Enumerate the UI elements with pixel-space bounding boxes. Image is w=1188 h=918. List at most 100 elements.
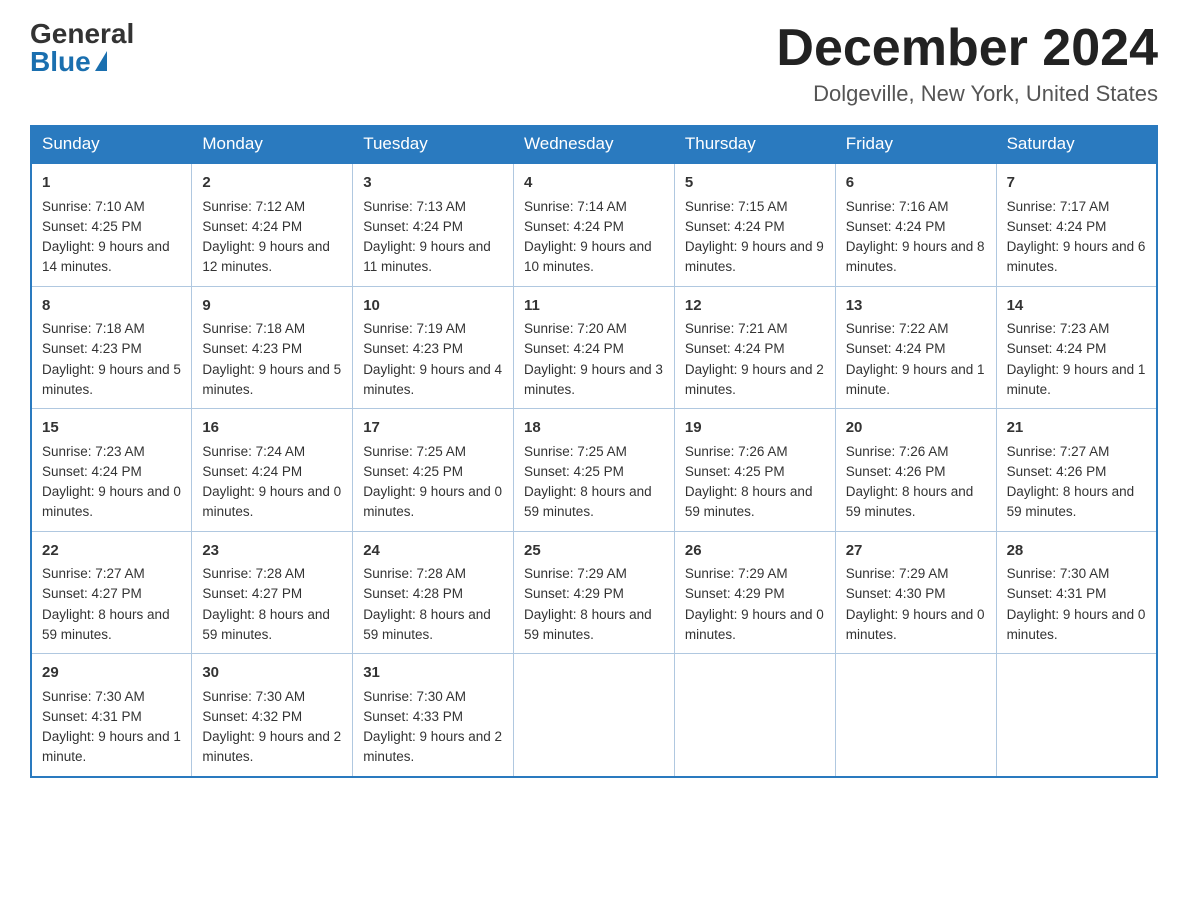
calendar-cell [514, 654, 675, 777]
daylight-text: Daylight: 8 hours and 59 minutes. [1007, 484, 1135, 519]
day-number: 7 [1007, 172, 1146, 195]
sunrise-text: Sunrise: 7:25 AM [524, 444, 627, 459]
weekday-header-friday: Friday [835, 126, 996, 164]
sunset-text: Sunset: 4:24 PM [524, 219, 624, 234]
sunset-text: Sunset: 4:31 PM [1007, 586, 1107, 601]
sunrise-text: Sunrise: 7:28 AM [202, 566, 305, 581]
calendar-cell: 2 Sunrise: 7:12 AM Sunset: 4:24 PM Daylight… [192, 163, 353, 286]
calendar-cell: 23Sunrise: 7:28 AMSunset: 4:27 PMDayligh… [192, 531, 353, 654]
weekday-header-row: SundayMondayTuesdayWednesdayThursdayFrid… [31, 126, 1157, 164]
day-number: 20 [846, 417, 986, 440]
sunset-text: Sunset: 4:27 PM [42, 586, 142, 601]
sunset-text: Sunset: 4:24 PM [363, 219, 463, 234]
sunset-text: Sunset: 4:26 PM [846, 464, 946, 479]
weekday-header-thursday: Thursday [674, 126, 835, 164]
daylight-text: Daylight: 9 hours and 12 minutes. [202, 239, 330, 274]
logo: General Blue [30, 20, 134, 76]
sunrise-text: Sunrise: 7:16 AM [846, 199, 949, 214]
calendar-week-row: 8 Sunrise: 7:18 AM Sunset: 4:23 PM Daylight… [31, 286, 1157, 409]
sunrise-text: Sunrise: 7:18 AM [42, 321, 145, 336]
daylight-text: Daylight: 9 hours and 1 minute. [846, 362, 985, 397]
day-number: 24 [363, 540, 503, 563]
calendar-cell: 14Sunrise: 7:23 AMSunset: 4:24 PMDayligh… [996, 286, 1157, 409]
day-number: 8 [42, 295, 181, 318]
day-number: 4 [524, 172, 664, 195]
sunset-text: Sunset: 4:29 PM [524, 586, 624, 601]
day-number: 31 [363, 662, 503, 685]
logo-blue-text: Blue [30, 48, 134, 76]
day-number: 22 [42, 540, 181, 563]
calendar-cell [996, 654, 1157, 777]
sunrise-text: Sunrise: 7:21 AM [685, 321, 788, 336]
sunrise-text: Sunrise: 7:20 AM [524, 321, 627, 336]
sunrise-text: Sunrise: 7:23 AM [1007, 321, 1110, 336]
sunset-text: Sunset: 4:23 PM [363, 341, 463, 356]
weekday-header-tuesday: Tuesday [353, 126, 514, 164]
sunrise-text: Sunrise: 7:30 AM [202, 689, 305, 704]
calendar-cell: 1Sunrise: 7:10 AMSunset: 4:25 PMDaylight… [31, 163, 192, 286]
page-header: General Blue December 2024 Dolgeville, N… [30, 20, 1158, 107]
daylight-text: Daylight: 8 hours and 59 minutes. [524, 484, 652, 519]
daylight-text: Daylight: 9 hours and 0 minutes. [202, 484, 341, 519]
calendar-cell: 3Sunrise: 7:13 AMSunset: 4:24 PMDaylight… [353, 163, 514, 286]
calendar-cell: 16Sunrise: 7:24 AMSunset: 4:24 PMDayligh… [192, 409, 353, 532]
calendar-cell: 27Sunrise: 7:29 AMSunset: 4:30 PMDayligh… [835, 531, 996, 654]
day-number: 5 [685, 172, 825, 195]
logo-triangle-icon [95, 51, 107, 71]
sunrise-text: Sunrise: 7:30 AM [1007, 566, 1110, 581]
daylight-text: Daylight: 9 hours and 5 minutes. [42, 362, 181, 397]
daylight-text: Daylight: 8 hours and 59 minutes. [524, 607, 652, 642]
calendar-cell: 4Sunrise: 7:14 AMSunset: 4:24 PMDaylight… [514, 163, 675, 286]
day-number: 1 [42, 172, 181, 195]
daylight-text: Daylight: 9 hours and 0 minutes. [363, 484, 502, 519]
sunrise-text: Sunrise: 7:27 AM [42, 566, 145, 581]
calendar-cell: 30Sunrise: 7:30 AMSunset: 4:32 PMDayligh… [192, 654, 353, 777]
day-number: 25 [524, 540, 664, 563]
sunrise-text: Sunrise: 7:23 AM [42, 444, 145, 459]
daylight-text: Daylight: 9 hours and 0 minutes. [1007, 607, 1146, 642]
calendar-cell [835, 654, 996, 777]
logo-general-text: General [30, 20, 134, 48]
calendar-cell: 5Sunrise: 7:15 AMSunset: 4:24 PMDaylight… [674, 163, 835, 286]
sunrise-text: Sunrise: 7:24 AM [202, 444, 305, 459]
sunrise-text: Sunrise: 7:22 AM [846, 321, 949, 336]
sunset-text: Sunset: 4:25 PM [363, 464, 463, 479]
sunrise-text: Sunrise: 7:30 AM [42, 689, 145, 704]
day-number: 14 [1007, 295, 1146, 318]
day-number: 19 [685, 417, 825, 440]
daylight-text: Daylight: 9 hours and 11 minutes. [363, 239, 491, 274]
daylight-text: Daylight: 8 hours and 59 minutes. [846, 484, 974, 519]
sunrise-text: Sunrise: 7:30 AM [363, 689, 466, 704]
sunrise-text: Sunrise: 7:12 AM [202, 199, 305, 214]
month-title: December 2024 [776, 20, 1158, 77]
sunset-text: Sunset: 4:24 PM [202, 219, 302, 234]
daylight-text: Daylight: 9 hours and 6 minutes. [1007, 239, 1146, 274]
sunset-text: Sunset: 4:33 PM [363, 709, 463, 724]
sunset-text: Sunset: 4:27 PM [202, 586, 302, 601]
sunset-text: Sunset: 4:29 PM [685, 586, 785, 601]
daylight-text: Daylight: 9 hours and 2 minutes. [202, 729, 341, 764]
sunset-text: Sunset: 4:32 PM [202, 709, 302, 724]
daylight-text: Daylight: 9 hours and 4 minutes. [363, 362, 502, 397]
calendar-cell: 31Sunrise: 7:30 AMSunset: 4:33 PMDayligh… [353, 654, 514, 777]
sunset-text: Sunset: 4:24 PM [524, 341, 624, 356]
sunrise-text: Sunrise: 7:28 AM [363, 566, 466, 581]
daylight-text: Daylight: 9 hours and 0 minutes. [685, 607, 824, 642]
day-number: 2 [202, 172, 342, 195]
day-number: 6 [846, 172, 986, 195]
day-number: 10 [363, 295, 503, 318]
daylight-text: Daylight: 9 hours and 1 minute. [1007, 362, 1146, 397]
sunset-text: Sunset: 4:28 PM [363, 586, 463, 601]
sunset-text: Sunset: 4:23 PM [42, 341, 142, 356]
day-number: 13 [846, 295, 986, 318]
calendar-cell: 17Sunrise: 7:25 AMSunset: 4:25 PMDayligh… [353, 409, 514, 532]
daylight-text: Daylight: 9 hours and 9 minutes. [685, 239, 824, 274]
day-number: 15 [42, 417, 181, 440]
day-number: 11 [524, 295, 664, 318]
calendar-cell: 25Sunrise: 7:29 AMSunset: 4:29 PMDayligh… [514, 531, 675, 654]
calendar-cell: 9Sunrise: 7:18 AMSunset: 4:23 PMDaylight… [192, 286, 353, 409]
calendar-cell: 12Sunrise: 7:21 AMSunset: 4:24 PMDayligh… [674, 286, 835, 409]
sunrise-text: Sunrise: 7:17 AM [1007, 199, 1110, 214]
calendar-cell: 21Sunrise: 7:27 AMSunset: 4:26 PMDayligh… [996, 409, 1157, 532]
day-number: 12 [685, 295, 825, 318]
